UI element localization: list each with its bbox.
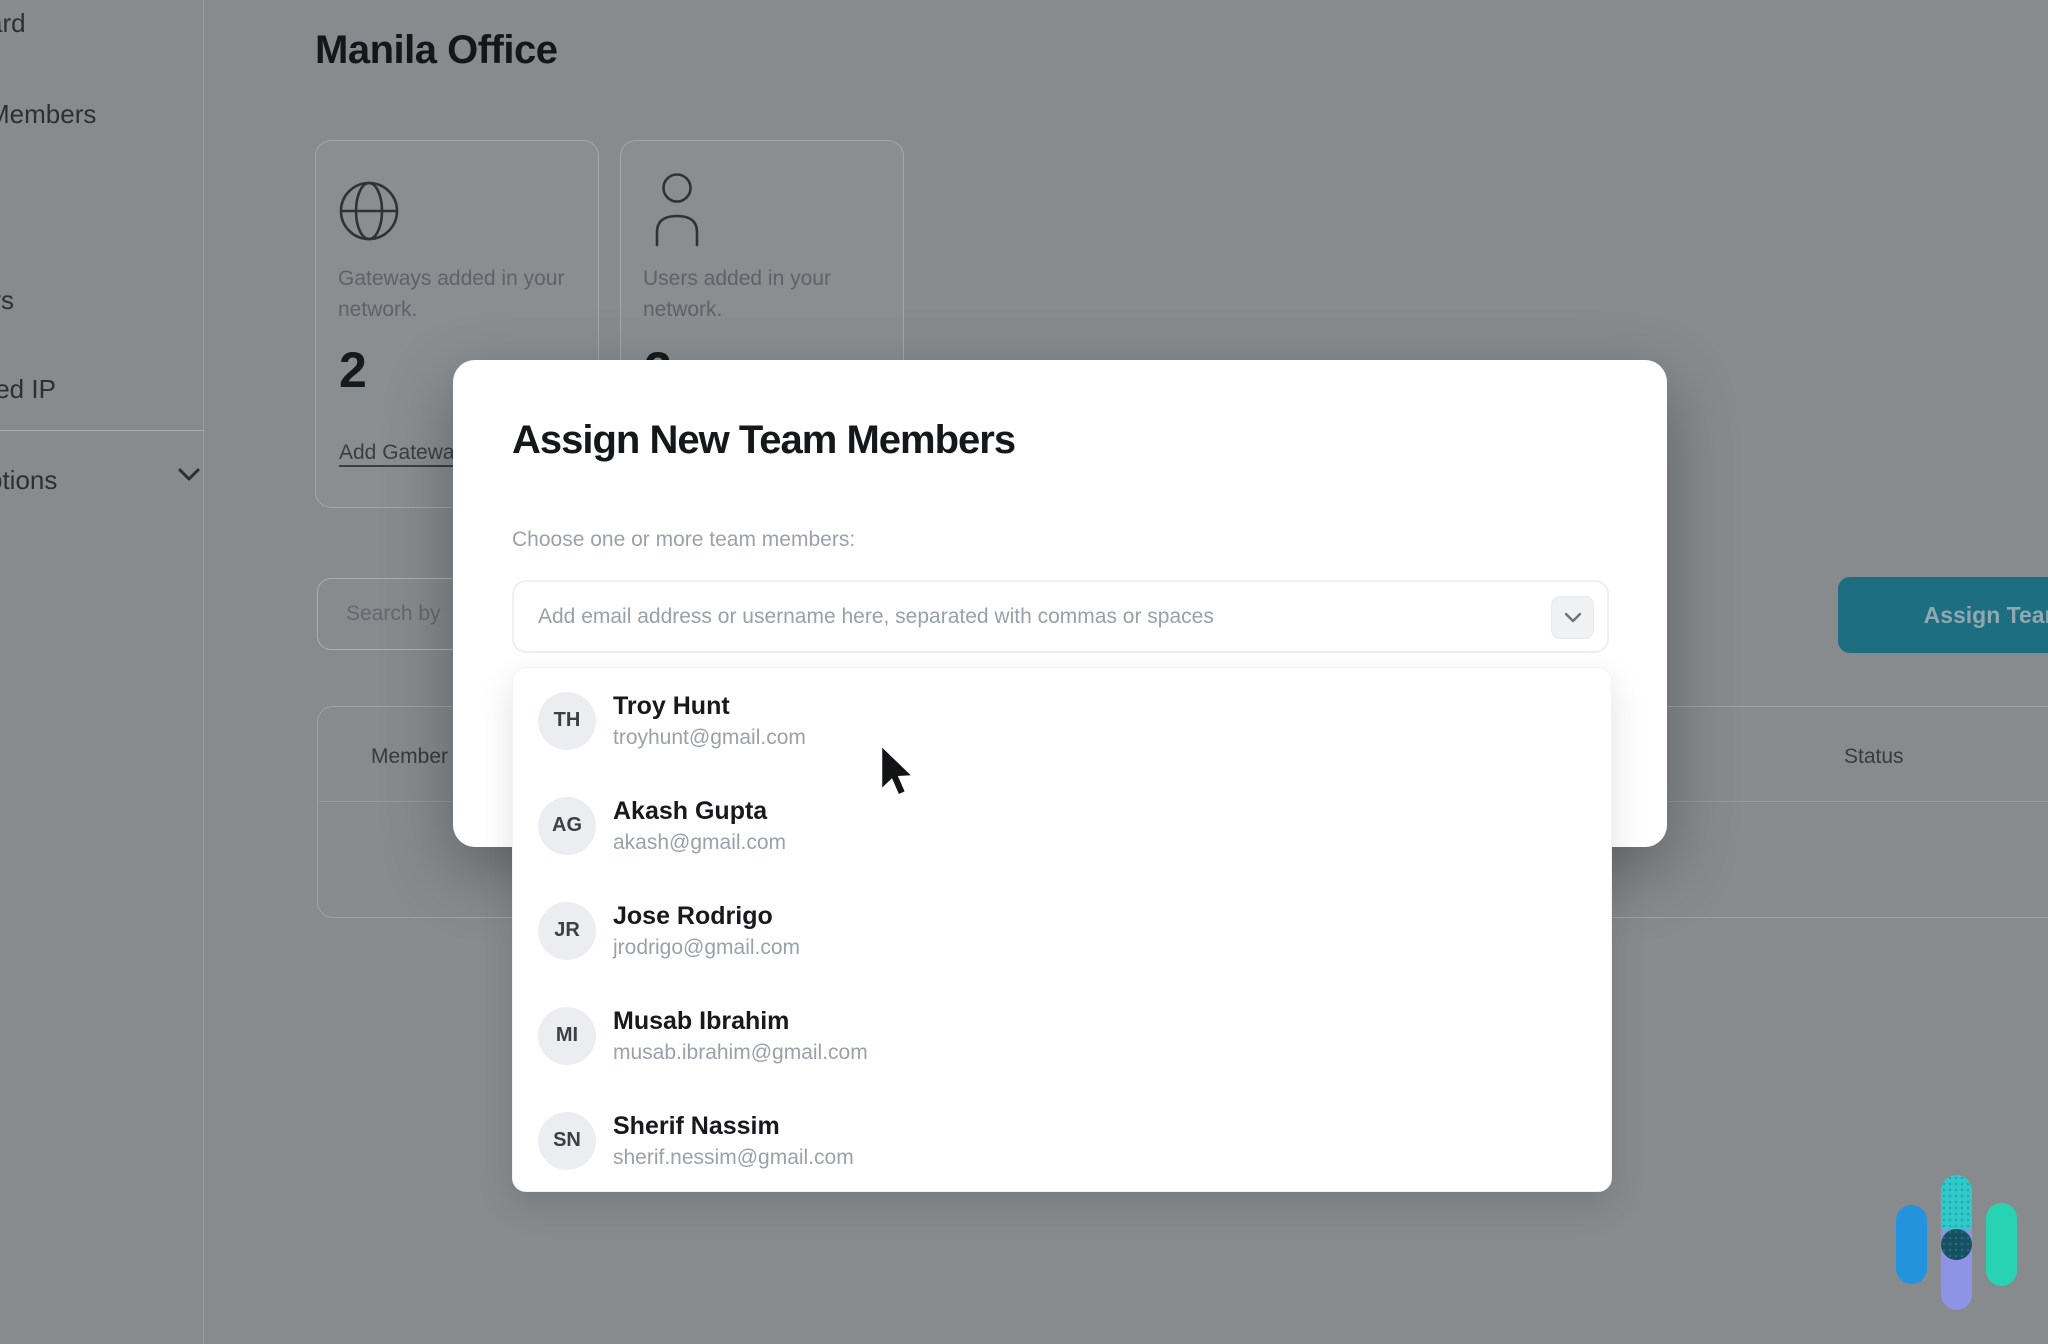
member-email: sherif.nessim@gmail.com [613,1144,854,1171]
mouse-cursor-icon [880,746,916,802]
assign-team-members-button[interactable]: Assign Team Members [1838,577,2048,653]
member-dropdown-list: TH Troy Hunt troyhunt@gmail.com AG Akash… [512,667,1612,1192]
avatar: MI [538,1007,596,1065]
member-name: Sherif Nassim [613,1111,854,1141]
avatar: TH [538,692,596,750]
avatar: AG [538,797,596,855]
logo-bar-left [1896,1205,1927,1284]
sidebar-item-dashboard[interactable]: ard [0,8,26,39]
member-name: Troy Hunt [613,691,806,721]
globe-icon [337,171,401,251]
member-name: Akash Gupta [613,796,786,826]
member-option-akash-gupta[interactable]: AG Akash Gupta akash@gmail.com [513,773,1611,878]
avatar: SN [538,1112,596,1170]
member-dropdown-toggle[interactable] [1551,596,1594,639]
member-name: Jose Rodrigo [613,901,800,931]
modal-title: Assign New Team Members [512,418,1015,463]
member-name: Musab Ibrahim [613,1006,868,1036]
member-option-musab-ibrahim[interactable]: MI Musab Ibrahim musab.ibrahim@gmail.com [513,983,1611,1088]
member-option-sherif-nassim[interactable]: SN Sherif Nassim sherif.nessim@gmail.com [513,1088,1611,1192]
modal-choose-label: Choose one or more team members: [512,528,855,552]
member-option-jose-rodrigo[interactable]: JR Jose Rodrigo jrodrigo@gmail.com [513,878,1611,983]
table-header-member: Member [371,745,448,769]
add-gateway-link[interactable]: Add Gateway [339,441,465,465]
user-icon [653,171,701,249]
member-email: musab.ibrahim@gmail.com [613,1039,868,1066]
member-email-input[interactable]: Add email address or username here, sepa… [512,580,1609,653]
gateways-caption: Gateways added in your network. [338,263,573,325]
logo-dot [1941,1229,1972,1260]
sidebar-item-dedicated-ip[interactable]: ted IP [0,374,56,405]
users-caption: Users added in your network. [643,263,878,325]
table-header-status: Status [1844,745,1904,769]
brand-logo [1890,1170,2030,1320]
logo-bar-right [1986,1203,2017,1286]
sidebar-item-options[interactable]: ptions [0,465,57,496]
screen: ard Members ys ted IP ptions Manila Offi… [0,0,2048,1344]
sidebar: ard Members ys ted IP ptions [0,0,204,1344]
page-title: Manila Office [315,28,557,73]
sidebar-item-team-members[interactable]: Members [0,99,96,130]
member-email: jrodrigo@gmail.com [613,934,800,961]
gateways-count: 2 [339,341,367,399]
sidebar-divider [0,430,204,431]
search-placeholder: Search by [346,579,441,649]
sidebar-item-gateways[interactable]: ys [0,285,14,316]
chevron-down-icon [178,468,200,482]
member-input-placeholder: Add email address or username here, sepa… [538,582,1214,651]
chevron-down-icon [1564,612,1582,623]
avatar: JR [538,902,596,960]
member-option-troy-hunt[interactable]: TH Troy Hunt troyhunt@gmail.com [513,668,1611,773]
member-email: troyhunt@gmail.com [613,724,806,751]
member-email: akash@gmail.com [613,829,786,856]
